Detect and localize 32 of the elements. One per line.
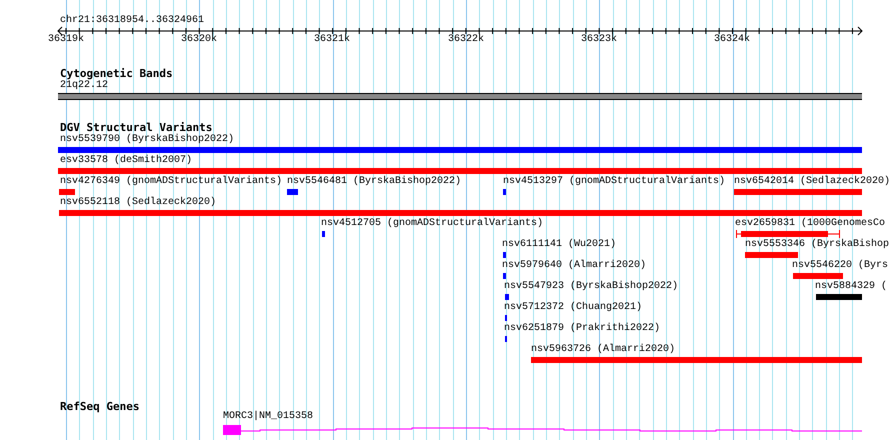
tick-label: 36319k (48, 34, 84, 46)
variant-label[interactable]: nsv5712372 (Chuang2021) (504, 302, 642, 314)
variant-label[interactable]: nsv4276349 (gnomADStructuralVariants) (60, 176, 282, 188)
track-title: Cytogenetic Bands (60, 67, 173, 80)
variant-label[interactable]: nsv5963726 (Almarri2020) (531, 344, 676, 356)
gene-drawing[interactable] (223, 425, 863, 435)
variant-label[interactable]: esv2659831 (1000GenomesCo (735, 218, 886, 230)
variant-label[interactable]: nsv6552118 (Sedlazeck2020) (60, 197, 216, 209)
variant-label[interactable]: nsv5884329 ( (815, 281, 888, 293)
track-title: DGV Structural Variants (60, 121, 212, 134)
variant-label[interactable]: nsv5546220 (Byrs (792, 260, 888, 272)
variant-bar[interactable] (736, 230, 840, 238)
variant-label[interactable]: nsv6542014 (Sedlazeck2020) (734, 176, 890, 188)
track-title: RefSeq Genes (60, 400, 140, 413)
tick-label: 36320k (181, 34, 218, 46)
tick-label: 36321k (314, 34, 350, 46)
location-label: chr21:36318954..36324961 (60, 15, 204, 27)
tick-label: 36322k (448, 34, 484, 46)
variant-label[interactable]: nsv4512705 (gnomADStructuralVariants) (321, 218, 544, 230)
variant-label[interactable]: nsv5553346 (ByrskaBishop (745, 239, 890, 251)
tick-label: 36324k (714, 34, 750, 46)
variant-label[interactable]: nsv6251879 (Prakrithi2022) (504, 323, 660, 335)
band-label: 21q22.12 (60, 80, 108, 92)
gene-label[interactable]: MORC3|NM_015358 (223, 411, 314, 423)
variant-label[interactable]: esv33578 (deSmith2007) (60, 155, 192, 167)
variant-label[interactable]: nsv5546481 (ByrskaBishop2022) (287, 176, 462, 188)
variant-label[interactable]: nsv5547923 (ByrskaBishop2022) (504, 281, 678, 293)
variant-label[interactable]: nsv4513297 (gnomADStructuralVariants) (503, 176, 726, 188)
variant-label[interactable]: nsv5539790 (ByrskaBishop2022) (60, 134, 234, 146)
variant-label[interactable]: nsv6111141 (Wu2021) (502, 239, 616, 251)
variant-label[interactable]: nsv5979640 (Almarri2020) (502, 260, 646, 272)
tick-label: 36323k (581, 34, 618, 46)
